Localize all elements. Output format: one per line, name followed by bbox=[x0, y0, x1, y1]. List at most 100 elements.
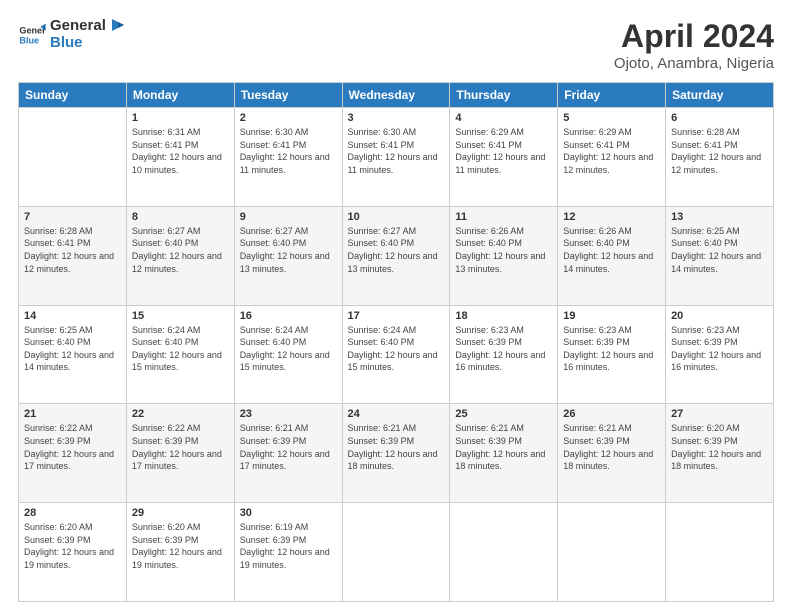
day-number: 28 bbox=[24, 507, 121, 519]
cell-week1-day6: 13 Sunrise: 6:25 AMSunset: 6:40 PMDayligh… bbox=[666, 206, 774, 305]
cell-week2-day0: 14 Sunrise: 6:25 AMSunset: 6:40 PMDayligh… bbox=[19, 305, 127, 404]
cell-week2-day1: 15Sunrise: 6:24 AMSunset: 6:40 PMDayligh… bbox=[126, 305, 234, 404]
cell-week3-day4: 25Sunrise: 6:21 AMSunset: 6:39 PMDayligh… bbox=[450, 404, 558, 503]
day-number: 5 bbox=[563, 112, 660, 124]
day-info: Sunrise: 6:23 AMSunset: 6:39 PMDaylight:… bbox=[671, 324, 768, 374]
day-info: Sunrise: 6:28 AMSunset: 6:41 PMDaylight:… bbox=[24, 225, 121, 275]
header-sunday: Sunday bbox=[19, 83, 127, 108]
day-info: Sunrise: 6:21 AMSunset: 6:39 PMDaylight:… bbox=[348, 422, 445, 472]
title-block: April 2024 Ojoto, Anambra, Nigeria bbox=[614, 18, 774, 72]
cell-week3-day5: 26 Sunrise: 6:21 AMSunset: 6:39 PMDayligh… bbox=[558, 404, 666, 503]
day-info: Sunrise: 6:24 AMSunset: 6:40 PMDaylight:… bbox=[240, 324, 337, 374]
day-number: 4 bbox=[455, 112, 552, 124]
day-info: Sunrise: 6:21 AMSunset: 6:39 PMDaylight:… bbox=[240, 422, 337, 472]
day-info: Sunrise: 6:24 AMSunset: 6:40 PMDaylight:… bbox=[348, 324, 445, 374]
day-info: Sunrise: 6:20 AMSunset: 6:39 PMDaylight:… bbox=[24, 521, 121, 571]
cell-week1-day0: 7 Sunrise: 6:28 AMSunset: 6:41 PMDaylight… bbox=[19, 206, 127, 305]
cell-week0-day0 bbox=[19, 108, 127, 207]
cell-week2-day6: 20 Sunrise: 6:23 AMSunset: 6:39 PMDayligh… bbox=[666, 305, 774, 404]
day-info: Sunrise: 6:29 AMSunset: 6:41 PMDaylight:… bbox=[455, 126, 552, 176]
cell-week3-day0: 21 Sunrise: 6:22 AMSunset: 6:39 PMDayligh… bbox=[19, 404, 127, 503]
cell-week4-day1: 29 Sunrise: 6:20 AMSunset: 6:39 PMDayligh… bbox=[126, 503, 234, 602]
day-number: 14 bbox=[24, 310, 121, 322]
cell-week3-day1: 22 Sunrise: 6:22 AMSunset: 6:39 PMDayligh… bbox=[126, 404, 234, 503]
day-number: 18 bbox=[455, 310, 552, 322]
cell-week4-day4 bbox=[450, 503, 558, 602]
week-row-4: 28 Sunrise: 6:20 AMSunset: 6:39 PMDayligh… bbox=[19, 503, 774, 602]
cell-week0-day1: 1 Sunrise: 6:31 AMSunset: 6:41 PMDaylight… bbox=[126, 108, 234, 207]
cell-week3-day2: 23 Sunrise: 6:21 AMSunset: 6:39 PMDayligh… bbox=[234, 404, 342, 503]
day-number: 19 bbox=[563, 310, 660, 322]
day-number: 8 bbox=[132, 211, 229, 223]
cell-week0-day2: 2 Sunrise: 6:30 AMSunset: 6:41 PMDaylight… bbox=[234, 108, 342, 207]
day-info: Sunrise: 6:22 AMSunset: 6:39 PMDaylight:… bbox=[132, 422, 229, 472]
cell-week4-day2: 30 Sunrise: 6:19 AMSunset: 6:39 PMDayligh… bbox=[234, 503, 342, 602]
cell-week2-day4: 18 Sunrise: 6:23 AMSunset: 6:39 PMDayligh… bbox=[450, 305, 558, 404]
header-tuesday: Tuesday bbox=[234, 83, 342, 108]
day-number: 13 bbox=[671, 211, 768, 223]
day-info: Sunrise: 6:25 AMSunset: 6:40 PMDaylight:… bbox=[671, 225, 768, 275]
day-info: Sunrise: 6:20 AMSunset: 6:39 PMDaylight:… bbox=[671, 422, 768, 472]
page: General Blue General Blue April 2024 Ojo… bbox=[0, 0, 792, 612]
day-number: 2 bbox=[240, 112, 337, 124]
day-number: 24 bbox=[348, 408, 445, 420]
main-title: April 2024 bbox=[614, 18, 774, 55]
svg-text:Blue: Blue bbox=[19, 35, 39, 45]
day-info: Sunrise: 6:27 AMSunset: 6:40 PMDaylight:… bbox=[348, 225, 445, 275]
day-number: 23 bbox=[240, 408, 337, 420]
cell-week0-day5: 5Sunrise: 6:29 AMSunset: 6:41 PMDaylight… bbox=[558, 108, 666, 207]
day-info: Sunrise: 6:27 AMSunset: 6:40 PMDaylight:… bbox=[132, 225, 229, 275]
day-number: 26 bbox=[563, 408, 660, 420]
cell-week4-day0: 28 Sunrise: 6:20 AMSunset: 6:39 PMDayligh… bbox=[19, 503, 127, 602]
logo-blue: Blue bbox=[50, 35, 106, 52]
cell-week2-day3: 17Sunrise: 6:24 AMSunset: 6:40 PMDayligh… bbox=[342, 305, 450, 404]
day-info: Sunrise: 6:23 AMSunset: 6:39 PMDaylight:… bbox=[455, 324, 552, 374]
cell-week0-day3: 3Sunrise: 6:30 AMSunset: 6:41 PMDaylight… bbox=[342, 108, 450, 207]
cell-week0-day6: 6Sunrise: 6:28 AMSunset: 6:41 PMDaylight… bbox=[666, 108, 774, 207]
day-number: 15 bbox=[132, 310, 229, 322]
cell-week4-day3 bbox=[342, 503, 450, 602]
day-number: 21 bbox=[24, 408, 121, 420]
week-row-0: 1 Sunrise: 6:31 AMSunset: 6:41 PMDaylight… bbox=[19, 108, 774, 207]
day-info: Sunrise: 6:22 AMSunset: 6:39 PMDaylight:… bbox=[24, 422, 121, 472]
header-thursday: Thursday bbox=[450, 83, 558, 108]
day-number: 16 bbox=[240, 310, 337, 322]
logo-flag-icon bbox=[102, 17, 124, 39]
day-number: 11 bbox=[455, 211, 552, 223]
cell-week1-day3: 10Sunrise: 6:27 AMSunset: 6:40 PMDayligh… bbox=[342, 206, 450, 305]
day-info: Sunrise: 6:20 AMSunset: 6:39 PMDaylight:… bbox=[132, 521, 229, 571]
cell-week3-day3: 24 Sunrise: 6:21 AMSunset: 6:39 PMDayligh… bbox=[342, 404, 450, 503]
logo-icon: General Blue bbox=[18, 21, 46, 49]
day-number: 7 bbox=[24, 211, 121, 223]
day-number: 1 bbox=[132, 112, 229, 124]
logo-general: General bbox=[50, 18, 106, 35]
day-info: Sunrise: 6:31 AMSunset: 6:41 PMDaylight:… bbox=[132, 126, 229, 176]
cell-week2-day5: 19Sunrise: 6:23 AMSunset: 6:39 PMDayligh… bbox=[558, 305, 666, 404]
week-row-1: 7 Sunrise: 6:28 AMSunset: 6:41 PMDaylight… bbox=[19, 206, 774, 305]
day-info: Sunrise: 6:25 AMSunset: 6:40 PMDaylight:… bbox=[24, 324, 121, 374]
cell-week3-day6: 27 Sunrise: 6:20 AMSunset: 6:39 PMDayligh… bbox=[666, 404, 774, 503]
day-number: 12 bbox=[563, 211, 660, 223]
day-number: 30 bbox=[240, 507, 337, 519]
week-row-2: 14 Sunrise: 6:25 AMSunset: 6:40 PMDayligh… bbox=[19, 305, 774, 404]
day-number: 29 bbox=[132, 507, 229, 519]
day-info: Sunrise: 6:21 AMSunset: 6:39 PMDaylight:… bbox=[563, 422, 660, 472]
calendar-table: Sunday Monday Tuesday Wednesday Thursday… bbox=[18, 82, 774, 602]
day-info: Sunrise: 6:28 AMSunset: 6:41 PMDaylight:… bbox=[671, 126, 768, 176]
header-friday: Friday bbox=[558, 83, 666, 108]
day-info: Sunrise: 6:19 AMSunset: 6:39 PMDaylight:… bbox=[240, 521, 337, 571]
day-number: 9 bbox=[240, 211, 337, 223]
day-info: Sunrise: 6:30 AMSunset: 6:41 PMDaylight:… bbox=[240, 126, 337, 176]
header-wednesday: Wednesday bbox=[342, 83, 450, 108]
day-number: 27 bbox=[671, 408, 768, 420]
cell-week0-day4: 4 Sunrise: 6:29 AMSunset: 6:41 PMDaylight… bbox=[450, 108, 558, 207]
header-monday: Monday bbox=[126, 83, 234, 108]
logo: General Blue General Blue bbox=[18, 18, 124, 51]
cell-week1-day2: 9Sunrise: 6:27 AMSunset: 6:40 PMDaylight… bbox=[234, 206, 342, 305]
cell-week1-day1: 8 Sunrise: 6:27 AMSunset: 6:40 PMDaylight… bbox=[126, 206, 234, 305]
cell-week1-day5: 12Sunrise: 6:26 AMSunset: 6:40 PMDayligh… bbox=[558, 206, 666, 305]
day-number: 22 bbox=[132, 408, 229, 420]
day-number: 20 bbox=[671, 310, 768, 322]
cell-week2-day2: 16 Sunrise: 6:24 AMSunset: 6:40 PMDayligh… bbox=[234, 305, 342, 404]
header: General Blue General Blue April 2024 Ojo… bbox=[18, 18, 774, 72]
